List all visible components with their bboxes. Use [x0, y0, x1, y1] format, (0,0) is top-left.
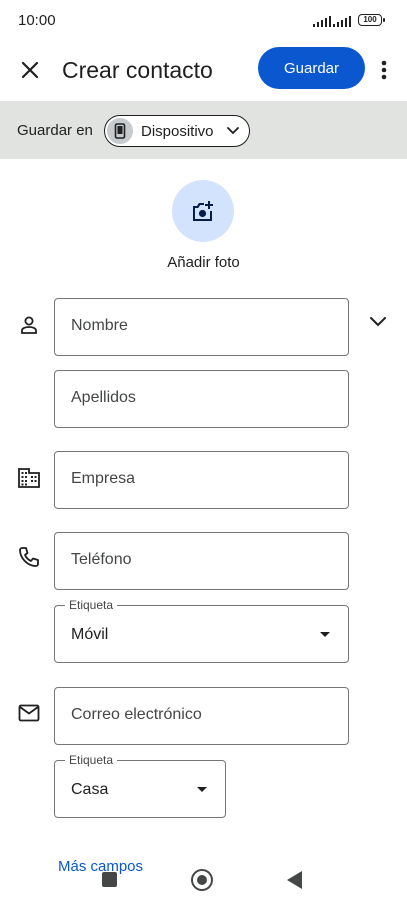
phone-field[interactable]: Teléfono — [54, 532, 349, 590]
back-button[interactable] — [287, 871, 302, 889]
home-button[interactable] — [191, 869, 213, 891]
status-time: 10:00 — [18, 12, 56, 29]
save-button[interactable]: Guardar — [258, 47, 365, 89]
chevron-down-icon — [370, 317, 386, 327]
page-title: Crear contacto — [62, 57, 213, 83]
phone-device-icon — [107, 118, 133, 144]
close-button[interactable] — [14, 54, 46, 86]
phone-label-caption: Etiqueta — [65, 598, 118, 612]
status-bar: 10:00 100 — [0, 0, 407, 44]
recent-apps-button[interactable] — [102, 872, 117, 887]
save-in-label: Guardar en — [17, 122, 93, 139]
account-selector-chip[interactable]: Dispositivo — [104, 115, 250, 147]
email-label-caption: Etiqueta — [65, 753, 118, 767]
email-placeholder: Correo electrónico — [71, 706, 202, 723]
add-photo-button[interactable] — [172, 180, 234, 242]
email-label-value: Casa — [71, 781, 109, 798]
battery-icon: 100 — [358, 14, 385, 26]
phone-label-dropdown[interactable]: Etiqueta Móvil — [54, 598, 349, 663]
phone-icon — [17, 545, 41, 569]
last-name-field[interactable]: Apellidos — [54, 370, 349, 428]
phone-placeholder: Teléfono — [71, 551, 132, 568]
more-vert-icon — [381, 60, 387, 80]
business-icon — [17, 466, 41, 490]
add-photo-icon — [193, 201, 213, 221]
add-photo-label: Añadir foto — [167, 254, 240, 271]
signal-icon — [313, 15, 331, 27]
dropdown-arrow-icon — [320, 632, 330, 637]
account-label: Dispositivo — [141, 122, 214, 140]
email-field[interactable]: Correo electrónico — [54, 687, 349, 745]
dropdown-arrow-icon — [197, 787, 207, 792]
person-icon — [17, 313, 41, 337]
mail-icon — [17, 701, 41, 725]
email-label-dropdown[interactable]: Etiqueta Casa — [54, 753, 226, 818]
first-name-field[interactable]: Nombre — [54, 298, 349, 356]
last-name-placeholder: Apellidos — [71, 389, 136, 406]
signal-icon-2 — [333, 15, 351, 27]
close-icon — [21, 61, 39, 79]
company-placeholder: Empresa — [71, 470, 136, 487]
phone-label-value: Móvil — [71, 626, 109, 643]
more-options-button[interactable] — [374, 54, 394, 86]
company-field[interactable]: Empresa — [54, 451, 349, 509]
first-name-placeholder: Nombre — [71, 317, 128, 334]
expand-name-button[interactable] — [364, 308, 392, 336]
chevron-down-icon — [226, 126, 240, 136]
more-fields-button[interactable]: Más campos — [58, 858, 143, 875]
